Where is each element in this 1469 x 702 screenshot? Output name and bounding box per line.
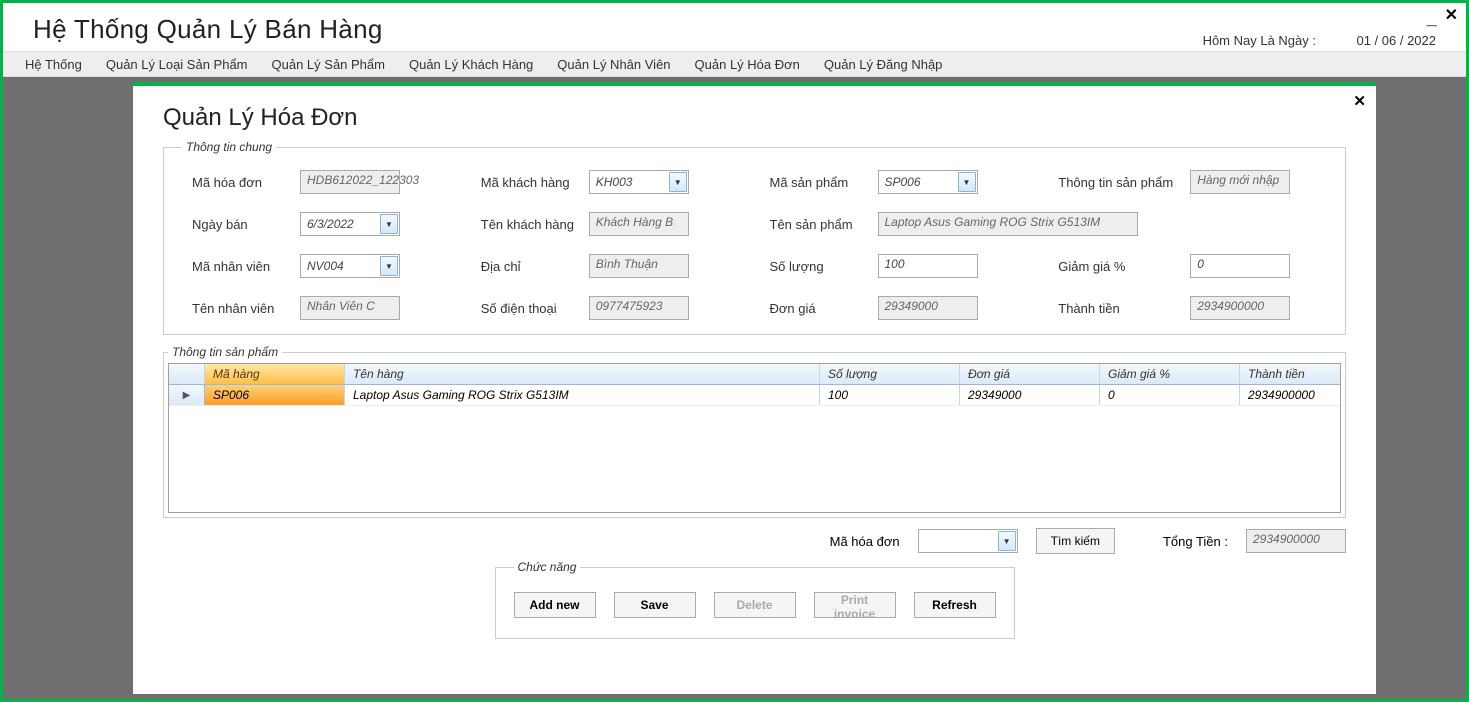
today-date: 01 / 06 / 2022 <box>1356 33 1436 48</box>
page-title: Quản Lý Hóa Đơn <box>163 104 1346 132</box>
search-label: Mã hóa đơn <box>830 534 900 549</box>
cell-ten[interactable]: Laptop Asus Gaming ROG Strix G513IM <box>345 385 820 405</box>
label-so-luong: Số lượng <box>770 259 866 274</box>
function-group: Chức năng Add new Save Delete Print invo… <box>495 560 1015 639</box>
input-so-dien-thoai: 0977475923 <box>589 296 689 320</box>
titlebar: Hệ Thống Quản Lý Bán Hàng Hôm Nay Là Ngà… <box>3 3 1466 51</box>
inner-close-icon[interactable]: ✕ <box>1353 92 1366 110</box>
label-ma-hoa-don: Mã hóa đơn <box>192 175 288 190</box>
refresh-button[interactable]: Refresh <box>914 592 996 618</box>
label-so-dien-thoai: Số điện thoại <box>481 301 577 316</box>
combo-ma-san-pham[interactable]: SP006 ▼ <box>878 170 978 194</box>
label-ten-khach-hang: Tên khách hàng <box>481 217 577 232</box>
total-label: Tổng Tiền : <box>1163 534 1228 549</box>
label-ma-san-pham: Mã sản phẩm <box>770 175 866 190</box>
input-so-luong[interactable]: 100 <box>878 254 978 278</box>
main-window: Hệ Thống Quản Lý Bán Hàng Hôm Nay Là Ngà… <box>0 0 1469 702</box>
product-legend: Thông tin sản phẩm <box>168 345 282 359</box>
menu-hoa-don[interactable]: Quản Lý Hóa Đơn <box>683 53 812 76</box>
menu-nhan-vien[interactable]: Quản Lý Nhân Viên <box>545 53 682 76</box>
cell-sl[interactable]: 100 <box>820 385 960 405</box>
menu-loai-san-pham[interactable]: Quản Lý Loại Sản Phẩm <box>94 53 260 76</box>
product-table[interactable]: Mã hàng Tên hàng Số lượng Đơn giá Giảm g… <box>168 363 1341 513</box>
col-ten-hang[interactable]: Tên hàng <box>345 364 820 384</box>
label-ten-san-pham: Tên sản phẩm <box>770 217 866 232</box>
print-button: Print invoice <box>814 592 896 618</box>
search-combo[interactable]: ▼ <box>918 529 1018 553</box>
menu-dang-nhap[interactable]: Quản Lý Đăng Nhập <box>812 53 955 76</box>
col-giam-gia[interactable]: Giảm giá % <box>1100 364 1240 384</box>
col-so-luong[interactable]: Số lượng <box>820 364 960 384</box>
input-thanh-tien: 2934900000 <box>1190 296 1290 320</box>
total-value: 2934900000 <box>1246 529 1346 553</box>
chevron-down-icon[interactable]: ▼ <box>380 256 398 276</box>
today-label: Hôm Nay Là Ngày : <box>1203 33 1316 48</box>
add-button[interactable]: Add new <box>514 592 596 618</box>
chevron-down-icon[interactable]: ▼ <box>998 531 1016 551</box>
search-button[interactable]: Tìm kiếm <box>1036 528 1115 554</box>
workspace: ✕ Quản Lý Hóa Đơn Thông tin chung Mã hóa… <box>3 77 1466 699</box>
combo-ma-nhan-vien[interactable]: NV004 ▼ <box>300 254 400 278</box>
general-group: Thông tin chung Mã hóa đơn HDB612022_122… <box>163 140 1346 335</box>
col-ma-hang[interactable]: Mã hàng <box>205 364 345 384</box>
menu-khach-hang[interactable]: Quản Lý Khách Hàng <box>397 53 545 76</box>
input-ma-hoa-don: HDB612022_122303 <box>300 170 400 194</box>
menubar: Hệ Thống Quản Lý Loại Sản Phẩm Quản Lý S… <box>3 51 1466 77</box>
label-ma-nhan-vien: Mã nhân viên <box>192 259 288 274</box>
chevron-down-icon[interactable]: ▼ <box>958 172 976 192</box>
input-dia-chi: Bình Thuận <box>589 254 689 278</box>
label-thong-tin-sp: Thông tin sản phẩm <box>1058 175 1178 190</box>
label-thanh-tien: Thành tiền <box>1058 301 1178 316</box>
cell-tt[interactable]: 2934900000 <box>1240 385 1340 405</box>
cell-ma[interactable]: SP006 <box>205 385 345 405</box>
label-ma-khach-hang: Mã khách hàng <box>481 175 577 190</box>
label-giam-gia: Giảm giá % <box>1058 259 1178 274</box>
input-ten-khach-hang: Khách Hàng B <box>589 212 689 236</box>
invoice-window: ✕ Quản Lý Hóa Đơn Thông tin chung Mã hóa… <box>133 82 1376 694</box>
close-icon[interactable]: ✕ <box>1445 5 1458 25</box>
input-ten-san-pham: Laptop Asus Gaming ROG Strix G513IM <box>878 212 1138 236</box>
label-ten-nhan-vien: Tên nhân viên <box>192 301 288 316</box>
input-giam-gia[interactable]: 0 <box>1190 254 1290 278</box>
combo-ma-khach-hang[interactable]: KH003 ▼ <box>589 170 689 194</box>
input-ten-nhan-vien: Nhân Viên C <box>300 296 400 320</box>
menu-san-pham[interactable]: Quản Lý Sản Phẩm <box>260 53 397 76</box>
cell-dg[interactable]: 29349000 <box>960 385 1100 405</box>
chevron-down-icon[interactable]: ▼ <box>669 172 687 192</box>
app-title: Hệ Thống Quản Lý Bán Hàng <box>33 14 383 45</box>
label-dia-chi: Địa chỉ <box>481 259 577 274</box>
minimize-icon[interactable]: _ <box>1427 5 1437 25</box>
label-don-gia: Đơn giá <box>770 301 866 316</box>
chevron-down-icon[interactable]: ▼ <box>380 214 398 234</box>
product-group: Thông tin sản phẩm Mã hàng Tên hàng Số l… <box>163 345 1346 518</box>
save-button[interactable]: Save <box>614 592 696 618</box>
cell-gg[interactable]: 0 <box>1100 385 1240 405</box>
input-don-gia: 29349000 <box>878 296 978 320</box>
label-ngay-ban: Ngày bán <box>192 217 288 232</box>
col-don-gia[interactable]: Đơn giá <box>960 364 1100 384</box>
menu-he-thong[interactable]: Hệ Thống <box>13 53 94 76</box>
general-legend: Thông tin chung <box>182 140 276 154</box>
date-ngay-ban[interactable]: 6/3/2022 ▼ <box>300 212 400 236</box>
function-legend: Chức năng <box>514 560 581 574</box>
table-row[interactable]: ▶ SP006 Laptop Asus Gaming ROG Strix G51… <box>169 385 1340 406</box>
table-header: Mã hàng Tên hàng Số lượng Đơn giá Giảm g… <box>169 364 1340 385</box>
input-thong-tin-sp: Hàng mới nhập <box>1190 170 1290 194</box>
col-thanh-tien[interactable]: Thành tiền <box>1240 364 1340 384</box>
delete-button: Delete <box>714 592 796 618</box>
row-indicator-icon: ▶ <box>169 385 205 405</box>
